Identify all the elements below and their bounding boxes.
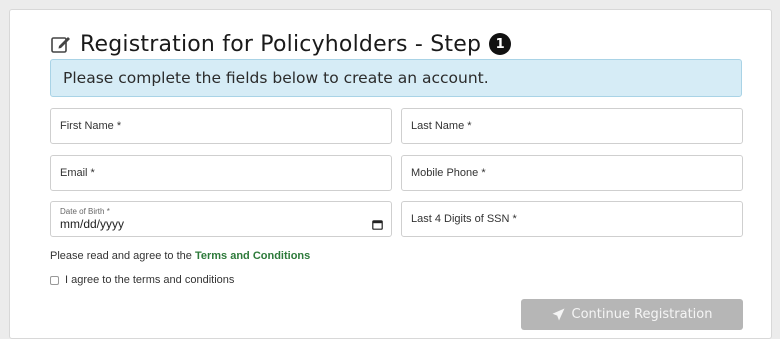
date-of-birth-value: mm/dd/yyyy — [60, 217, 125, 231]
page-header: Registration for Policyholders - Step 1 — [50, 28, 512, 60]
terms-prefix: Please read and agree to the — [50, 250, 195, 262]
first-name-input[interactable]: First Name * — [50, 108, 392, 144]
terms-instruction: Please read and agree to the Terms and C… — [50, 250, 310, 262]
agree-terms-checkbox[interactable] — [50, 275, 59, 285]
agree-terms-label[interactable]: I agree to the terms and conditions — [65, 274, 234, 286]
terms-link[interactable]: Terms and Conditions — [195, 250, 310, 262]
page-title: Registration for Policyholders - Step — [80, 31, 482, 57]
last-name-input[interactable]: Last Name * — [401, 108, 743, 144]
edit-icon — [50, 33, 72, 55]
last-name-placeholder: Last Name * — [411, 120, 472, 132]
ssn-last4-input[interactable]: Last 4 Digits of SSN * — [401, 201, 743, 237]
continue-registration-label: Continue Registration — [571, 307, 713, 322]
ssn-last4-placeholder: Last 4 Digits of SSN * — [411, 213, 517, 225]
calendar-icon[interactable] — [372, 219, 383, 230]
email-input[interactable]: Email * — [50, 155, 392, 191]
email-placeholder: Email * — [60, 167, 95, 179]
first-name-placeholder: First Name * — [60, 120, 122, 132]
info-banner: Please complete the fields below to crea… — [50, 59, 742, 97]
mobile-phone-placeholder: Mobile Phone * — [411, 167, 486, 179]
step-badge: 1 — [489, 33, 512, 55]
agree-terms-row[interactable]: I agree to the terms and conditions — [50, 274, 234, 286]
date-of-birth-input[interactable]: Date of Birth * mm/dd/yyyy — [50, 201, 392, 237]
mobile-phone-input[interactable]: Mobile Phone * — [401, 155, 743, 191]
paper-plane-icon — [552, 308, 565, 321]
continue-registration-button[interactable]: Continue Registration — [521, 299, 743, 330]
date-of-birth-label: Date of Birth * — [60, 207, 110, 216]
registration-card: Registration for Policyholders - Step 1 … — [9, 9, 772, 339]
